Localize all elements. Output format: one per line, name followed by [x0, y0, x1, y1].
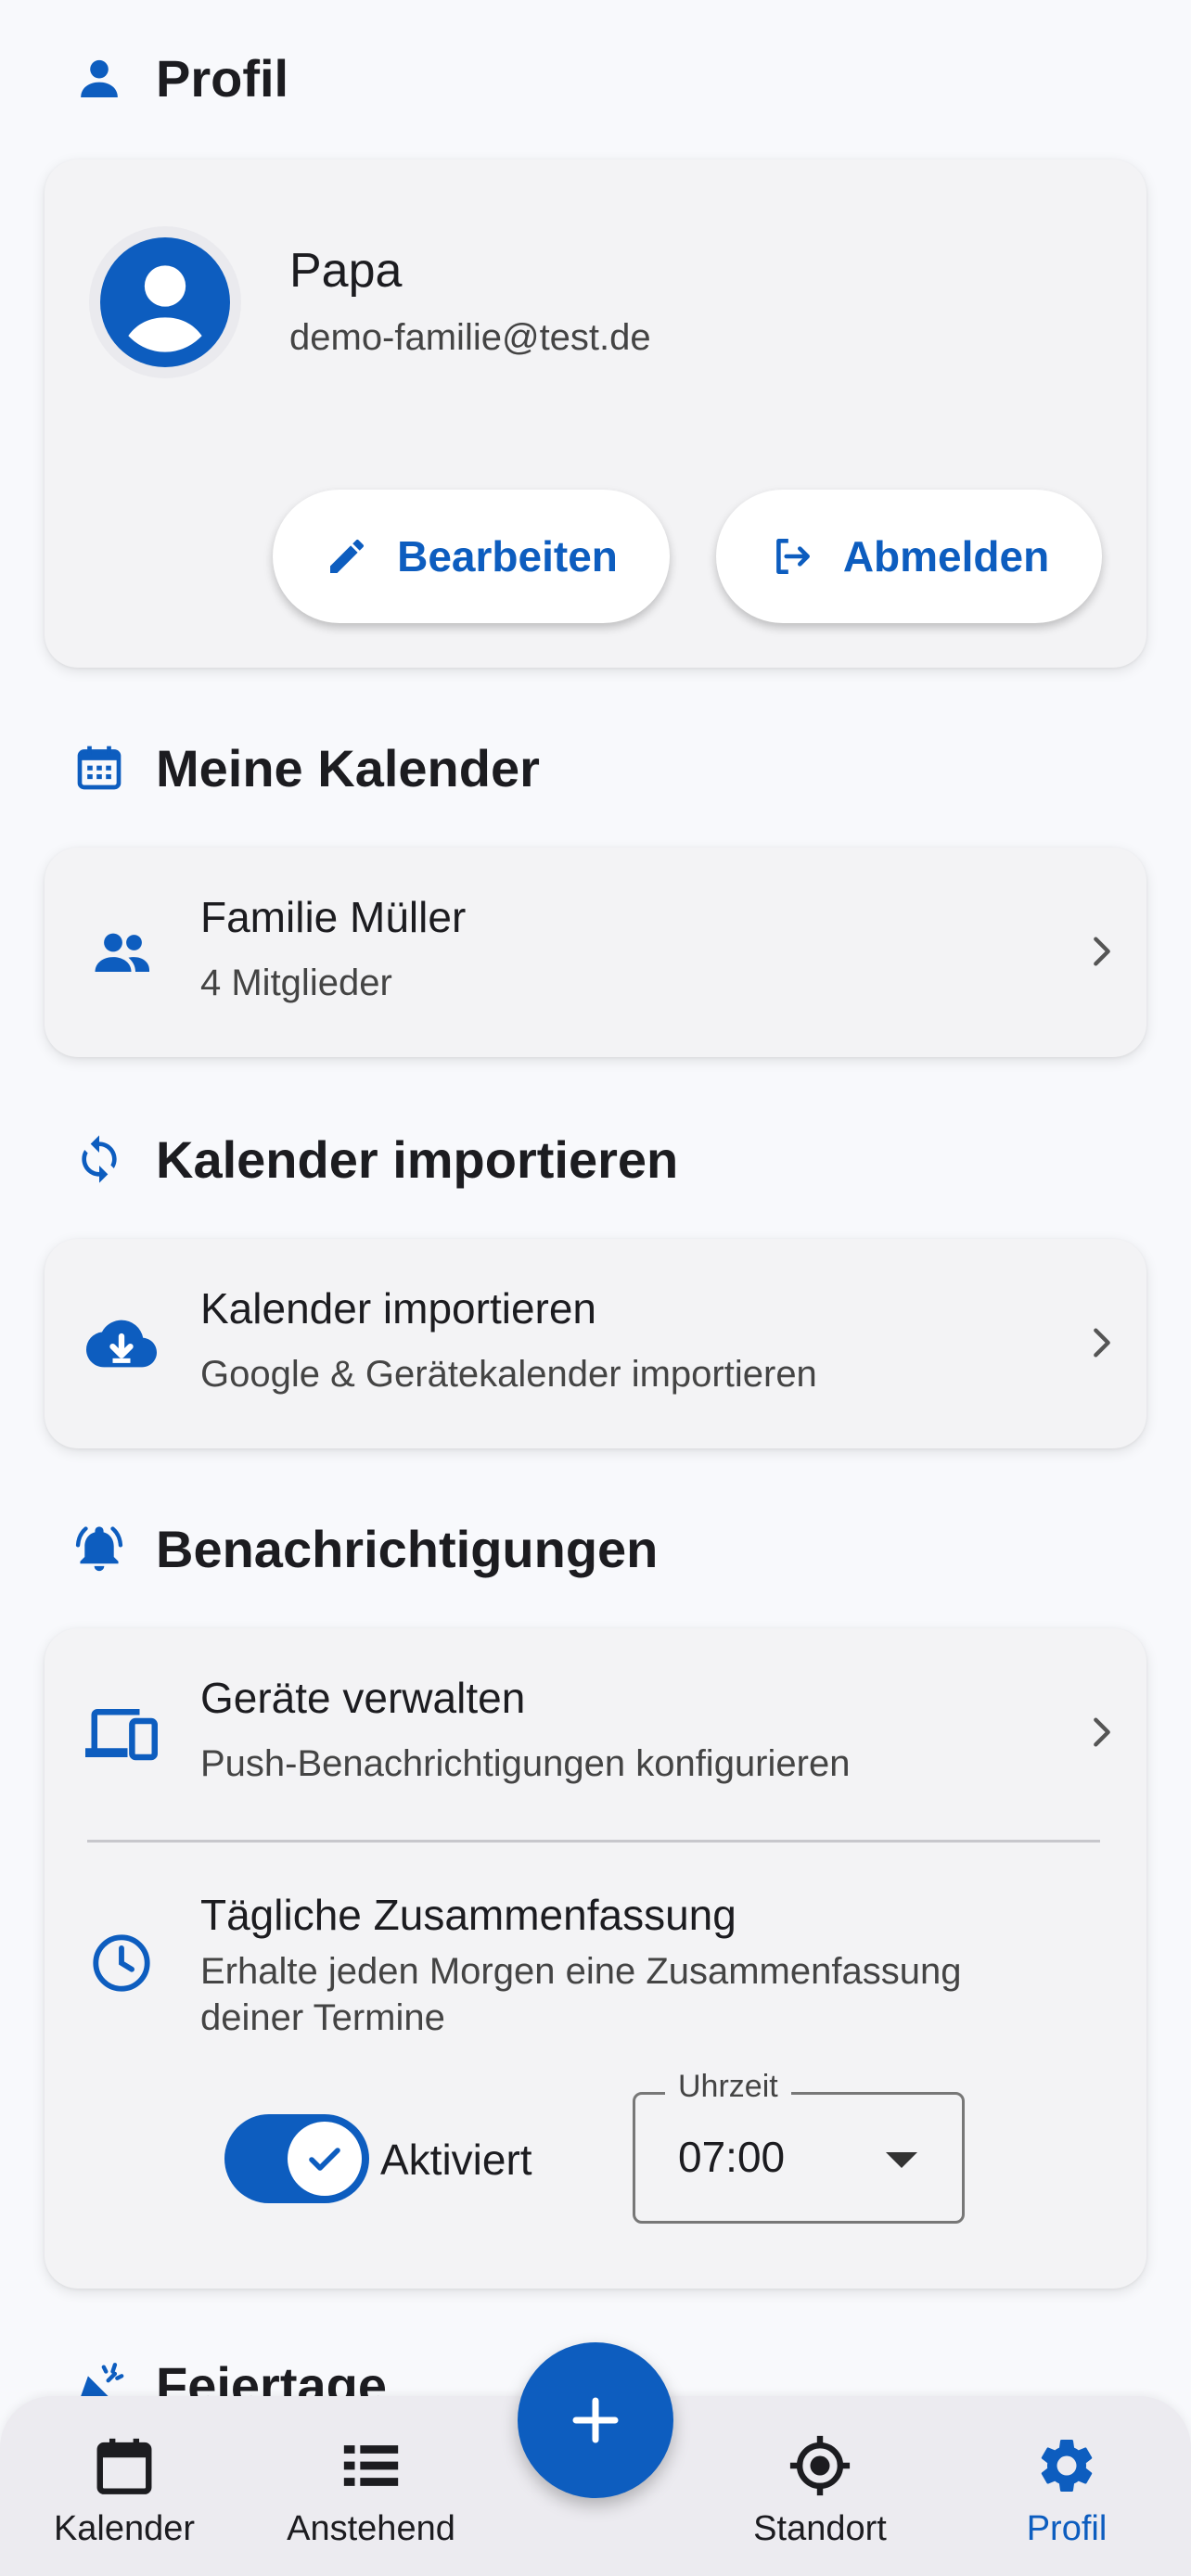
- nav-label-kalender: Kalender: [53, 2509, 196, 2548]
- nav-label-anstehend: Anstehend: [287, 2509, 455, 2548]
- import-section-header: Kalender importieren: [70, 1122, 678, 1196]
- import-calendar-item[interactable]: Kalender importieren Google & Gerätekale…: [45, 1239, 1146, 1448]
- time-select-label: Uhrzeit: [665, 2069, 791, 2105]
- calendar-item-familie-mueller[interactable]: Familie Müller 4 Mitglieder: [45, 848, 1146, 1057]
- dropdown-arrow-icon: [886, 2152, 917, 2168]
- check-icon: [309, 2148, 340, 2171]
- daily-summary-title: Tägliche Zusammenfassung: [200, 1891, 736, 1939]
- profile-card: Papa demo-familie@test.de Bearbeiten Abm…: [45, 159, 1146, 668]
- add-event-button[interactable]: [518, 2342, 673, 2498]
- chevron-right-icon: [1094, 1717, 1110, 1747]
- divider: [87, 1840, 1100, 1843]
- devices-icon: [85, 1697, 158, 1769]
- calendar-icon: [96, 2438, 152, 2494]
- toggle-label: Aktiviert: [380, 2136, 532, 2184]
- import-item-subtitle: Google & Gerätekalender importieren: [200, 1354, 817, 1395]
- nav-label-profil: Profil: [1026, 2509, 1108, 2548]
- notifications-section-header: Benachrichtigungen: [70, 1511, 658, 1586]
- edit-profile-button[interactable]: Bearbeiten: [273, 490, 670, 623]
- calendars-card: Familie Müller 4 Mitglieder: [45, 848, 1146, 1057]
- logout-icon: [775, 539, 810, 574]
- notifications-section-title: Benachrichtigungen: [156, 1519, 659, 1578]
- time-select[interactable]: Uhrzeit 07:00: [633, 2069, 965, 2224]
- profile-section-header: Profil: [70, 41, 288, 115]
- calendars-section-title: Meine Kalender: [156, 738, 540, 797]
- time-select-value: 07:00: [678, 2133, 786, 2181]
- profile-email: demo-familie@test.de: [289, 317, 651, 358]
- cloud-download-icon: [85, 1307, 158, 1380]
- manage-devices-title: Geräte verwalten: [200, 1674, 526, 1722]
- group-icon: [85, 916, 158, 988]
- daily-summary-subtitle-line2: deiner Termine: [200, 1997, 445, 2038]
- calendar-item-subtitle: 4 Mitglieder: [200, 963, 392, 1003]
- toggle-knob: [288, 2122, 362, 2196]
- daily-summary-toggle[interactable]: [224, 2114, 369, 2203]
- import-section-title: Kalender importieren: [156, 1129, 679, 1189]
- nav-label-standort: Standort: [753, 2509, 887, 2548]
- daily-summary-subtitle-line1: Erhalte jeden Morgen eine Zusammenfassun…: [200, 1951, 962, 1992]
- nav-item-standort[interactable]: Standort: [727, 2396, 913, 2576]
- manage-devices-item[interactable]: Geräte verwalten Push-Benachrichtigungen…: [45, 1628, 1146, 1838]
- logout-label: Abmelden: [842, 532, 1050, 580]
- list-icon: [343, 2445, 399, 2486]
- nav-item-profil[interactable]: Profil: [974, 2396, 1159, 2576]
- pencil-icon: [330, 539, 365, 573]
- calendars-section-header: Meine Kalender: [70, 731, 540, 805]
- profile-screen: Profil Papa demo-familie@test.de Bearbei…: [0, 0, 1191, 2576]
- notifications-card: Geräte verwalten Push-Benachrichtigungen…: [45, 1628, 1146, 2289]
- calendar-icon: [70, 739, 128, 797]
- bell-icon: [70, 1520, 128, 1577]
- import-card: Kalender importieren Google & Gerätekale…: [45, 1239, 1146, 1448]
- account-circle-icon: [100, 237, 230, 367]
- manage-devices-subtitle: Push-Benachrichtigungen konfigurieren: [200, 1743, 851, 1784]
- logout-button[interactable]: Abmelden: [716, 490, 1102, 623]
- calendar-item-title: Familie Müller: [200, 893, 467, 941]
- chevron-right-icon: [1094, 937, 1110, 966]
- profile-section-title: Profil: [156, 48, 289, 108]
- import-item-title: Kalender importieren: [200, 1284, 597, 1333]
- gear-icon: [1041, 2440, 1093, 2492]
- clock-icon: [85, 1927, 158, 1999]
- sync-icon: [70, 1130, 128, 1188]
- location-target-icon: [789, 2435, 851, 2496]
- plus-icon: [572, 2397, 619, 2443]
- nav-item-kalender[interactable]: Kalender: [32, 2396, 217, 2576]
- person-icon: [70, 49, 128, 107]
- nav-item-anstehend[interactable]: Anstehend: [278, 2396, 464, 2576]
- chevron-right-icon: [1094, 1328, 1110, 1358]
- profile-name: Papa: [289, 244, 403, 298]
- edit-profile-label: Bearbeiten: [397, 532, 618, 580]
- avatar: [89, 226, 241, 378]
